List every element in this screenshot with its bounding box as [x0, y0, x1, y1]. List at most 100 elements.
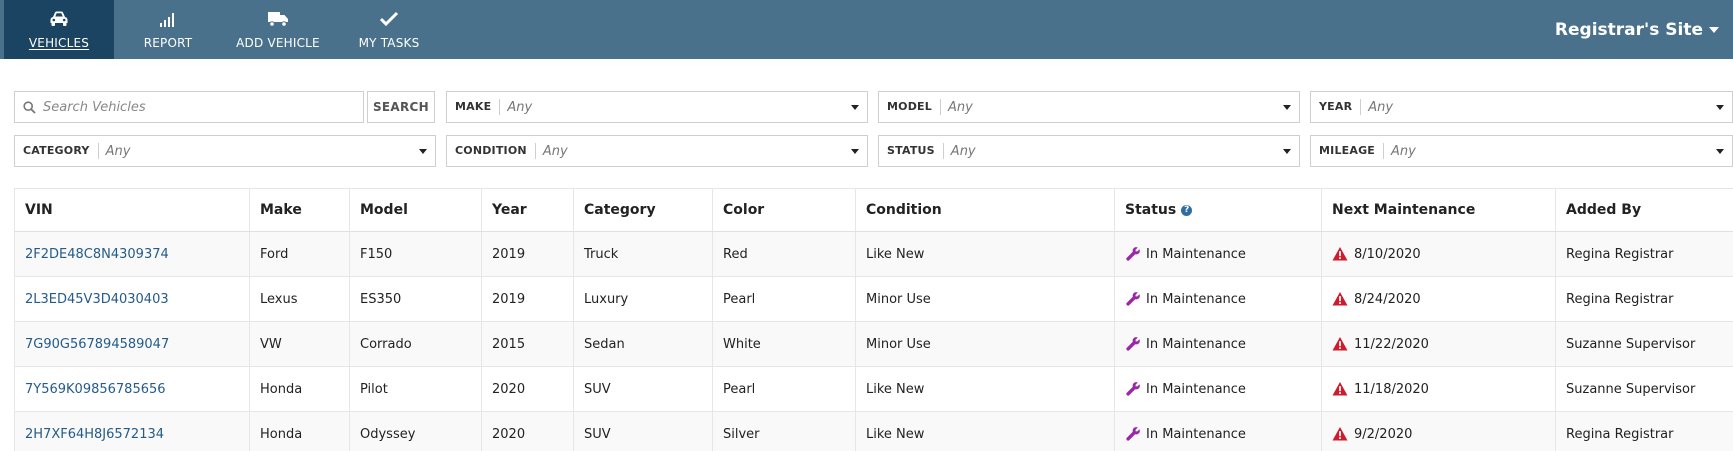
model-cell: ES350 [349, 276, 482, 322]
category-cell: SUV [573, 411, 713, 451]
nav-label-add-vehicle: ADD VEHICLE [236, 36, 320, 50]
condition-select[interactable]: CONDITION Any [446, 135, 868, 167]
column-header-condition[interactable]: Condition [855, 188, 1115, 232]
checkmark-icon [378, 9, 400, 29]
status-select-label: STATUS [879, 143, 944, 159]
wrench-icon [1125, 336, 1141, 352]
column-header-category[interactable]: Category [573, 188, 713, 232]
model-select-label: MODEL [879, 99, 941, 115]
year-cell: 2019 [481, 276, 574, 322]
status-cell: In Maintenance [1114, 231, 1322, 277]
added-by-cell: Regina Registrar [1555, 411, 1733, 451]
vin-cell: 2L3ED45V3D4030403 [14, 276, 250, 322]
table-row: 2F2DE48C8N4309374 Ford F150 2019 Truck R… [14, 231, 1733, 277]
caret-down-icon [1283, 148, 1291, 154]
condition-select-label: CONDITION [447, 143, 536, 159]
condition-cell: Minor Use [855, 276, 1115, 322]
next-maintenance-date: 11/22/2020 [1354, 336, 1429, 352]
color-cell: Pearl [712, 366, 856, 412]
caret-down-icon [1716, 104, 1724, 110]
status-text: In Maintenance [1146, 246, 1246, 262]
status-text: In Maintenance [1146, 291, 1246, 307]
column-header-color[interactable]: Color [712, 188, 856, 232]
next-maintenance-date: 11/18/2020 [1354, 381, 1429, 397]
vin-link[interactable]: 7G90G567894589047 [25, 337, 169, 352]
table-body: 2F2DE48C8N4309374 Ford F150 2019 Truck R… [14, 231, 1733, 451]
search-input[interactable] [43, 99, 323, 115]
site-title: Registrar's Site [1554, 20, 1703, 40]
next-maintenance-date: 8/24/2020 [1354, 291, 1421, 307]
year-cell: 2020 [481, 366, 574, 412]
top-navigation-bar: VEHICLES REPORT ADD VEHICLE MY TASKS Reg… [0, 0, 1733, 59]
condition-cell: Like New [855, 366, 1115, 412]
make-select[interactable]: MAKE Any [446, 91, 868, 123]
site-switcher-dropdown[interactable]: Registrar's Site [1555, 20, 1719, 40]
category-cell: Luxury [573, 276, 713, 322]
vin-link[interactable]: 2F2DE48C8N4309374 [25, 247, 169, 262]
vin-link[interactable]: 2L3ED45V3D4030403 [25, 292, 169, 307]
nav-item-report[interactable]: REPORT [126, 0, 210, 59]
column-header-year[interactable]: Year [481, 188, 574, 232]
table-row: 2H7XF64H8J6572134 Honda Odyssey 2020 SUV… [14, 411, 1733, 451]
search-button[interactable]: SEARCH [367, 91, 435, 123]
make-cell: Honda [249, 366, 350, 412]
make-cell: VW [249, 321, 350, 367]
wrench-icon [1125, 291, 1141, 307]
status-cell: In Maintenance [1114, 276, 1322, 322]
year-cell: 2015 [481, 321, 574, 367]
column-header-model[interactable]: Model [349, 188, 482, 232]
nav-item-my-tasks[interactable]: MY TASKS [350, 0, 428, 59]
table-row: 2L3ED45V3D4030403 Lexus ES350 2019 Luxur… [14, 276, 1733, 322]
nav-item-vehicles[interactable]: VEHICLES [4, 0, 114, 59]
bar-chart-icon [157, 9, 179, 29]
make-cell: Lexus [249, 276, 350, 322]
column-header-next-maintenance[interactable]: Next Maintenance [1321, 188, 1556, 232]
column-header-make[interactable]: Make [249, 188, 350, 232]
caret-down-icon [851, 104, 859, 110]
table-row: 7G90G567894589047 VW Corrado 2015 Sedan … [14, 321, 1733, 367]
year-select-label: YEAR [1311, 99, 1362, 115]
nav-label-report: REPORT [143, 36, 193, 50]
warning-icon [1332, 246, 1348, 262]
color-cell: Red [712, 231, 856, 277]
warning-icon [1332, 336, 1348, 352]
condition-select-value: Any [542, 143, 568, 159]
next-maintenance-cell: 8/10/2020 [1321, 231, 1556, 277]
column-header-added-by[interactable]: Added By [1555, 188, 1733, 232]
column-header-vin[interactable]: VIN [14, 188, 250, 232]
added-by-cell: Suzanne Supervisor [1555, 321, 1733, 367]
vehicles-table: VIN Make Model Year Category Color Condi… [14, 188, 1733, 451]
vin-cell: 2F2DE48C8N4309374 [14, 231, 250, 277]
year-select[interactable]: YEAR Any [1310, 91, 1733, 123]
warning-icon [1332, 381, 1348, 397]
nav-item-add-vehicle[interactable]: ADD VEHICLE [230, 0, 326, 59]
help-icon[interactable]: ? [1181, 204, 1193, 216]
condition-cell: Minor Use [855, 321, 1115, 367]
model-cell: Odyssey [349, 411, 482, 451]
status-select[interactable]: STATUS Any [878, 135, 1300, 167]
status-text: In Maintenance [1146, 426, 1246, 442]
year-cell: 2020 [481, 411, 574, 451]
warning-icon [1332, 291, 1348, 307]
vin-link[interactable]: 7Y569K09856785656 [25, 382, 166, 397]
year-cell: 2019 [481, 231, 574, 277]
vin-link[interactable]: 2H7XF64H8J6572134 [25, 427, 164, 442]
chevron-down-icon [1709, 27, 1719, 33]
car-icon [48, 9, 70, 29]
nav-label-vehicles: VEHICLES [28, 36, 90, 50]
category-select[interactable]: CATEGORY Any [14, 135, 436, 167]
mileage-select[interactable]: MILEAGE Any [1310, 135, 1733, 167]
category-select-label: CATEGORY [15, 143, 99, 159]
category-cell: Sedan [573, 321, 713, 367]
category-select-value: Any [105, 143, 131, 159]
model-select-value: Any [947, 99, 973, 115]
category-cell: Truck [573, 231, 713, 277]
search-icon [23, 100, 36, 114]
status-cell: In Maintenance [1114, 411, 1322, 451]
wrench-icon [1125, 381, 1141, 397]
status-text: In Maintenance [1146, 381, 1246, 397]
make-select-label: MAKE [447, 99, 501, 115]
column-header-status[interactable]: Status? [1114, 188, 1322, 232]
wrench-icon [1125, 246, 1141, 262]
model-select[interactable]: MODEL Any [878, 91, 1300, 123]
